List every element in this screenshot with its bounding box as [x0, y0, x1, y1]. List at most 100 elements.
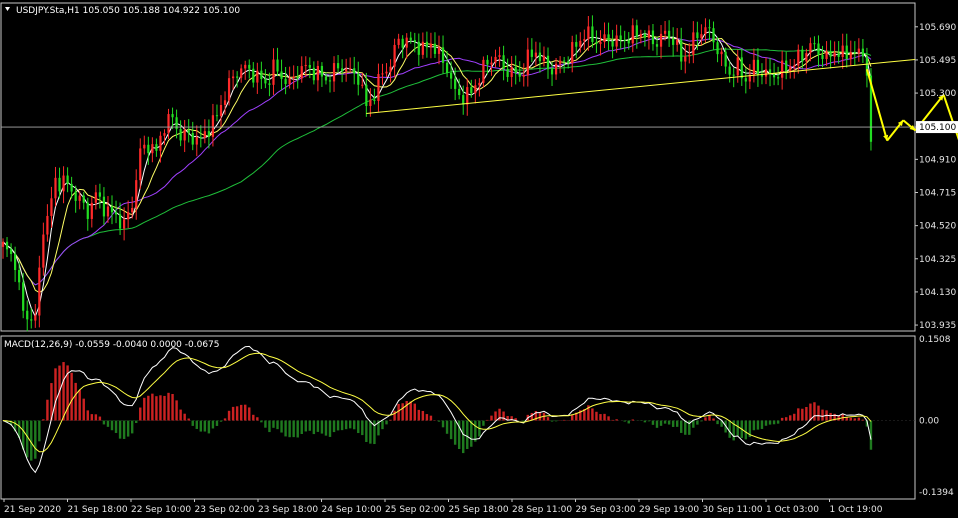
candle [825, 41, 828, 66]
candle [345, 58, 348, 82]
candle [357, 61, 360, 96]
price-tick-label: 105.300 [919, 89, 956, 99]
price-tick-label: 103.935 [919, 321, 956, 331]
candle-body [583, 39, 586, 41]
candle-body [635, 25, 638, 37]
candle-body [195, 137, 198, 145]
candle-body [752, 59, 755, 75]
candle-body [587, 26, 590, 40]
candle [98, 183, 101, 209]
time-tick-label: 30 Sep 11:00 [703, 505, 763, 515]
candle [433, 32, 437, 58]
candle [474, 79, 477, 104]
candle-body [437, 47, 441, 54]
candle-body [619, 35, 622, 40]
candle [502, 45, 505, 81]
candle [643, 30, 646, 47]
candle [199, 125, 202, 148]
triangle-down-icon[interactable] [5, 7, 10, 11]
candle [1, 238, 5, 259]
time-tick-label: 1 Oct 19:00 [830, 505, 883, 515]
candle-body [14, 253, 17, 271]
candle-body [470, 87, 473, 94]
candle-body [692, 32, 695, 55]
candle-body [361, 84, 364, 86]
candle [668, 20, 671, 47]
candle-body [1, 241, 5, 247]
candle-body [720, 51, 723, 55]
candle-body [78, 195, 81, 201]
candle [510, 56, 513, 87]
candle [393, 38, 396, 78]
candle [292, 65, 295, 90]
chart-window[interactable]: 105.690 105.495 105.300 105.100 104.910 104.7… [0, 0, 958, 518]
candle [30, 308, 33, 329]
candle [389, 59, 392, 83]
candle-body [712, 28, 715, 43]
candle-body [22, 282, 25, 311]
candle-body [308, 65, 311, 68]
candle-body [595, 41, 598, 44]
candle-body [530, 49, 533, 57]
candle-body [353, 68, 356, 74]
candle [841, 33, 844, 69]
candle-body [571, 42, 574, 63]
candle-body [615, 35, 618, 47]
candle [478, 78, 481, 97]
candle [215, 104, 219, 122]
candle-body [272, 59, 275, 85]
candle-body [215, 115, 219, 117]
candle-body [143, 144, 146, 149]
candle-body [764, 69, 768, 77]
candle-body [409, 37, 412, 40]
candle-body [147, 144, 150, 154]
candle-body [50, 198, 53, 216]
candle-body [506, 68, 509, 77]
candle [514, 55, 517, 85]
candle-body [478, 82, 481, 86]
candle-body [300, 66, 303, 79]
candle-body [603, 34, 606, 43]
candle-body [450, 72, 453, 79]
candle-body [486, 59, 489, 65]
candle [692, 21, 695, 64]
macd-panel [1, 345, 915, 474]
candle-body [155, 144, 158, 151]
candle-body [724, 51, 727, 67]
candle [744, 68, 747, 94]
forecast-arrow-segment [942, 94, 958, 141]
candle [417, 33, 420, 66]
candle [34, 303, 37, 328]
candle [599, 30, 602, 56]
candle-body [567, 61, 570, 63]
candle-body [655, 44, 659, 47]
candle-body [312, 67, 315, 81]
candle [857, 38, 860, 62]
candle-body [118, 214, 122, 229]
candle [704, 18, 707, 43]
candle-body [696, 32, 699, 39]
candle [143, 135, 146, 155]
candle-body [417, 41, 420, 55]
candle-body [785, 60, 788, 72]
candle-body [219, 105, 223, 116]
chart-canvas[interactable]: 105.690 105.495 105.300 105.100 104.910 104.7… [0, 0, 958, 518]
time-tick-label: 21 Sep 2020 [4, 505, 61, 515]
candle-body [510, 67, 513, 77]
candle-body [651, 30, 655, 45]
candle-body [599, 42, 602, 44]
candle [74, 185, 77, 213]
time-tick-label: 29 Sep 19:00 [639, 505, 699, 515]
candle-body [821, 55, 824, 60]
candle-body [704, 27, 707, 35]
candle [534, 41, 537, 67]
candle-body [328, 80, 332, 82]
candle [760, 63, 764, 85]
candle [672, 27, 675, 57]
candle-body [82, 195, 85, 203]
macd-pane-frame [0, 335, 916, 500]
candle-body [672, 38, 675, 45]
time-tick-label: 23 Sep 18:00 [258, 505, 318, 515]
candle [659, 25, 663, 59]
candle-body [756, 59, 760, 76]
